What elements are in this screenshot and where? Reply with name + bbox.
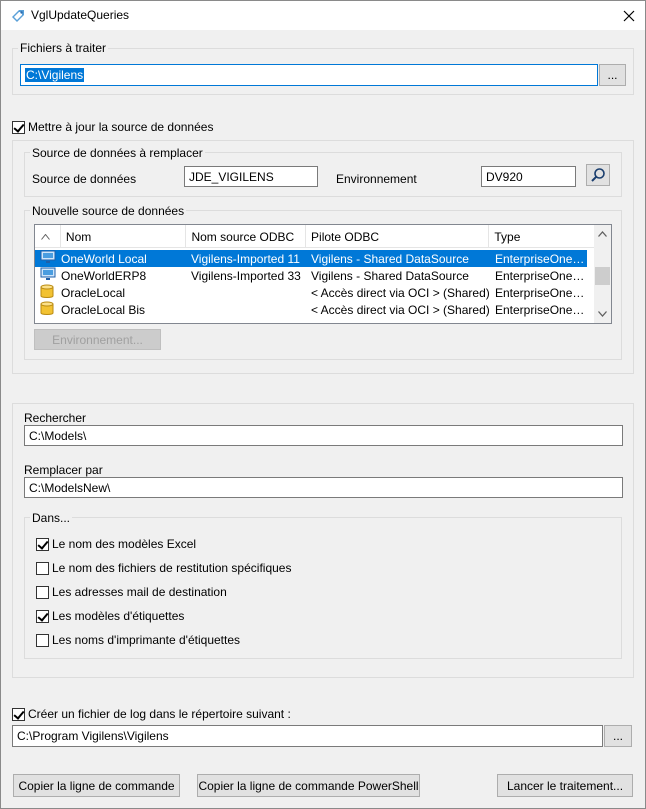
close-icon xyxy=(623,10,635,21)
update-source-checkbox-box[interactable] xyxy=(12,120,25,134)
new-source-group-title: Nouvelle source de données xyxy=(30,204,187,218)
row-driver: < Accès direct via OCI > (Shared) xyxy=(311,285,490,300)
search-label: Rechercher xyxy=(24,411,87,425)
log-checkbox[interactable]: Créer un fichier de log dans le répertoi… xyxy=(12,707,291,721)
option-label-models-checkbox[interactable]: Les modèles d'étiquettes xyxy=(36,609,184,623)
environment-button[interactable]: Environnement... xyxy=(34,329,161,350)
update-source-checkbox-label: Mettre à jour la source de données xyxy=(28,120,214,134)
list-vertical-scrollbar[interactable] xyxy=(594,225,611,323)
env-input[interactable]: DV920 xyxy=(481,166,576,187)
row-name: OracleLocal Bis xyxy=(61,302,146,317)
database-icon xyxy=(40,301,54,315)
list-row[interactable]: OneWorld Local Vigilens-Imported 11 Vigi… xyxy=(35,250,587,267)
replace-input[interactable]: C:\ModelsNew\ xyxy=(24,477,623,498)
window-title: VglUpdateQueries xyxy=(31,8,130,22)
row-type: EnterpriseOne… xyxy=(495,285,585,300)
checkbox-box[interactable] xyxy=(36,561,49,575)
in-group-title: Dans... xyxy=(30,511,73,525)
log-browse-button[interactable]: ... xyxy=(604,725,632,747)
search-icon xyxy=(591,168,605,182)
row-driver: < Accès direct via OCI > (Shared) xyxy=(311,302,490,317)
scroll-down-arrow-icon[interactable] xyxy=(598,311,607,317)
files-path-input[interactable]: C:\Vigilens xyxy=(20,64,598,86)
column-header-name[interactable]: Nom xyxy=(61,225,187,248)
row-type: EnterpriseOne… xyxy=(495,302,585,317)
row-name: OneWorldERP8 xyxy=(61,268,147,283)
column-header-odbc-driver[interactable]: Pilote ODBC xyxy=(306,225,490,248)
option-excel-models-checkbox[interactable]: Le nom des modèles Excel xyxy=(36,537,196,551)
data-source-list[interactable]: Nom Nom source ODBC Pilote ODBC Type One… xyxy=(34,224,612,324)
monitor-icon xyxy=(40,267,56,280)
row-odbc: Vigilens-Imported 11 xyxy=(191,251,300,266)
replace-label: Remplacer par xyxy=(24,463,103,477)
checkbox-box[interactable] xyxy=(36,633,49,647)
search-input[interactable]: C:\Models\ xyxy=(24,425,623,446)
row-odbc: Vigilens-Imported 33 xyxy=(191,268,301,283)
log-path-input[interactable]: C:\Program Vigilens\Vigilens xyxy=(12,725,603,747)
files-path-value: C:\Vigilens xyxy=(25,68,85,82)
checkbox-box[interactable] xyxy=(36,585,49,599)
column-header-odbc-name[interactable]: Nom source ODBC xyxy=(186,225,307,248)
sort-up-icon xyxy=(41,233,50,240)
list-header: Nom Nom source ODBC Pilote ODBC Type xyxy=(35,225,594,248)
checkbox-box[interactable] xyxy=(36,609,49,623)
checkbox-label: Les modèles d'étiquettes xyxy=(52,609,185,623)
update-source-checkbox[interactable]: Mettre à jour la source de données xyxy=(12,120,213,134)
row-name: OneWorld Local xyxy=(61,251,147,266)
close-button[interactable] xyxy=(612,0,646,31)
env-search-button[interactable] xyxy=(586,164,610,186)
title-bar: VglUpdateQueries xyxy=(0,0,646,31)
option-label-printers-checkbox[interactable]: Les noms d'imprimante d'étiquettes xyxy=(36,633,240,647)
copy-powershell-command-button[interactable]: Copier la ligne de commande PowerShell xyxy=(197,774,420,797)
row-driver: Vigilens - Shared DataSource xyxy=(311,268,469,283)
app-logo-icon xyxy=(12,10,24,22)
log-checkbox-box[interactable] xyxy=(12,707,25,721)
env-label: Environnement xyxy=(336,172,417,186)
checkbox-label: Le nom des modèles Excel xyxy=(52,537,197,551)
copy-command-button[interactable]: Copier la ligne de commande xyxy=(13,774,180,797)
log-checkbox-label: Créer un fichier de log dans le répertoi… xyxy=(28,707,291,721)
option-mail-addresses-checkbox[interactable]: Les adresses mail de destination xyxy=(36,585,227,599)
row-type: EnterpriseOne… xyxy=(495,268,585,283)
row-driver: Vigilens - Shared DataSource xyxy=(311,251,469,266)
run-process-button[interactable]: Lancer le traitement... xyxy=(497,774,633,797)
list-row[interactable]: OneWorldERP8 Vigilens-Imported 33 Vigile… xyxy=(35,267,587,284)
list-row[interactable]: OracleLocal Bis < Accès direct via OCI >… xyxy=(35,301,587,318)
checkbox-label: Les noms d'imprimante d'étiquettes xyxy=(52,633,241,647)
database-icon xyxy=(40,284,54,298)
source-label: Source de données xyxy=(32,172,137,186)
monitor-icon xyxy=(40,250,56,263)
replace-source-group-title: Source de données à remplacer xyxy=(30,146,205,160)
checkbox-label: Le nom des fichiers de restitution spéci… xyxy=(52,561,292,575)
sort-column-header[interactable] xyxy=(35,225,61,248)
files-browse-button[interactable]: ... xyxy=(599,64,626,86)
source-input[interactable]: JDE_VIGILENS xyxy=(184,166,318,187)
scroll-thumb[interactable] xyxy=(595,267,610,285)
scroll-up-arrow-icon[interactable] xyxy=(598,231,607,237)
files-group-title: Fichiers à traiter xyxy=(18,41,109,55)
checkbox-label: Les adresses mail de destination xyxy=(52,585,227,599)
row-type: EnterpriseOne… xyxy=(495,251,585,266)
checkbox-box[interactable] xyxy=(36,537,49,551)
list-row[interactable]: OracleLocal < Accès direct via OCI > (Sh… xyxy=(35,284,587,301)
column-header-type[interactable]: Type xyxy=(489,225,594,248)
row-name: OracleLocal xyxy=(61,285,126,300)
option-specific-files-checkbox[interactable]: Le nom des fichiers de restitution spéci… xyxy=(36,561,291,575)
